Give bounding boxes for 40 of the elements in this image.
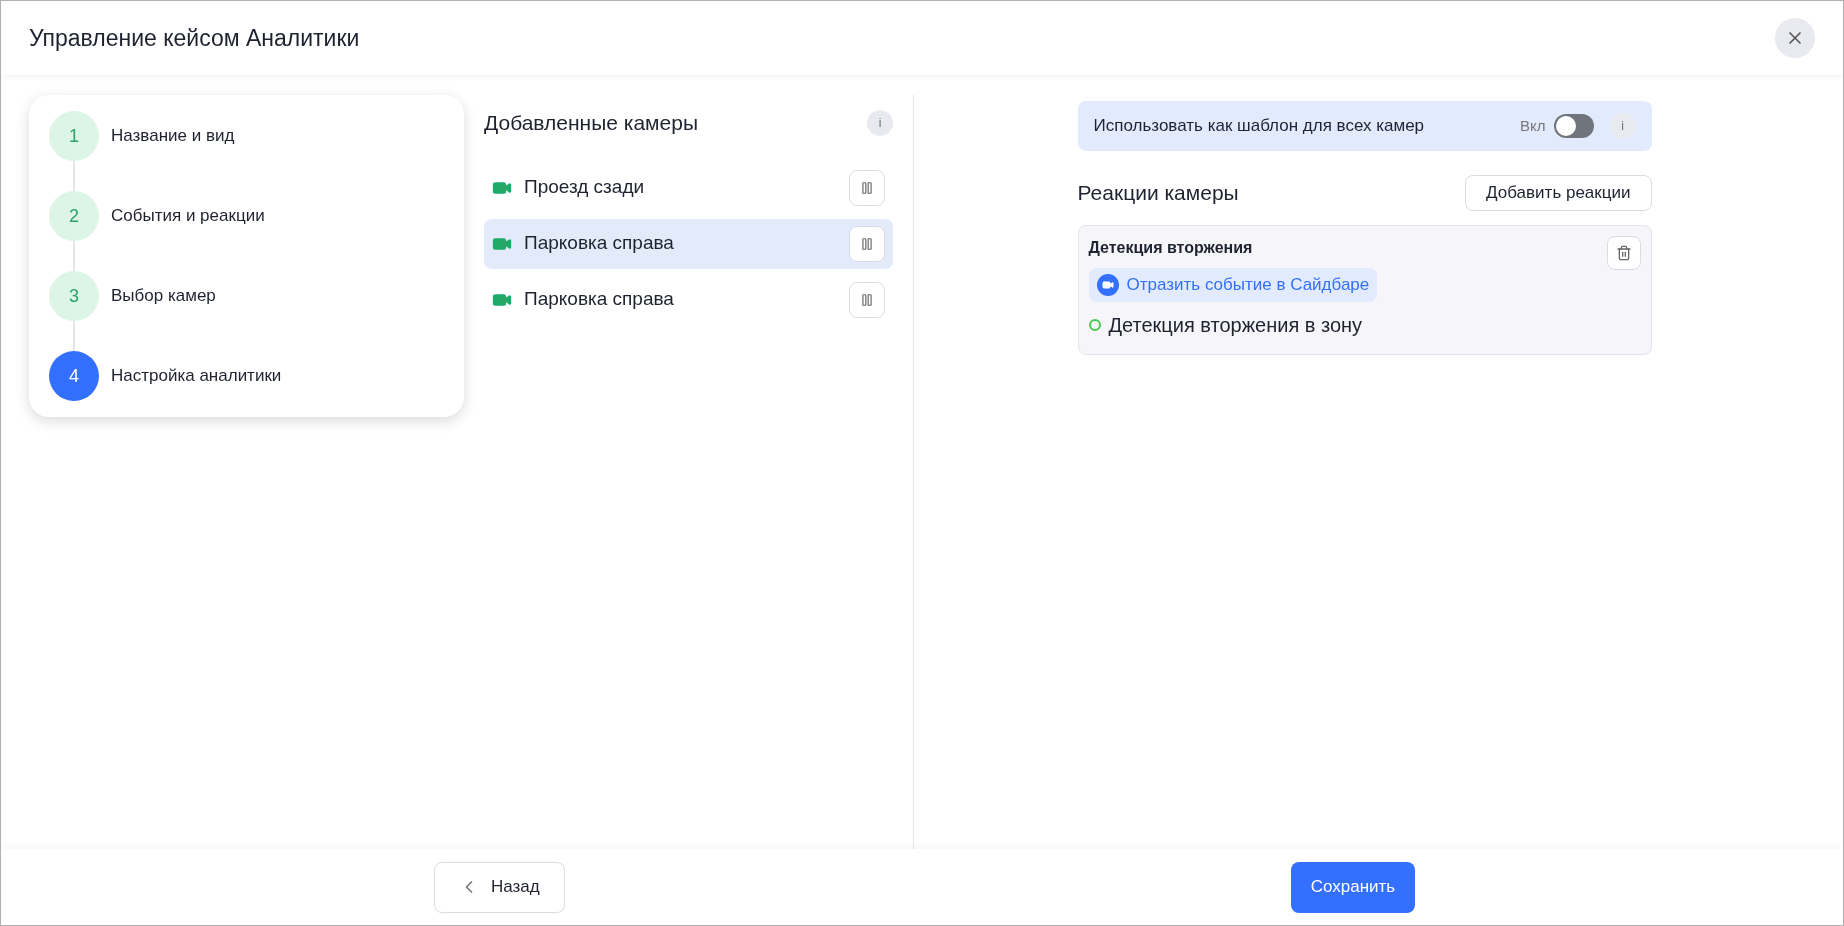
step-number: 3	[49, 271, 99, 321]
toggle-switch[interactable]	[1553, 114, 1594, 138]
camera-name: Парковка справа	[524, 231, 675, 256]
action-chip[interactable]: Отразить событие в Сайдбаре	[1088, 268, 1378, 302]
pause-icon	[860, 180, 874, 195]
step-item[interactable]: 3 Выбор камер	[49, 271, 444, 321]
step-number: 2	[49, 191, 99, 241]
section-title: Реакции камеры	[1077, 180, 1239, 207]
pause-icon	[860, 236, 874, 251]
close-button[interactable]	[1775, 18, 1815, 58]
info-button[interactable]: i	[1609, 113, 1636, 139]
camera-name: Парковка справа	[524, 287, 675, 312]
window-title: Управление кейсом Аналитики	[29, 23, 360, 53]
step-label: Выбор камер	[111, 285, 216, 308]
step-number: 1	[49, 111, 99, 161]
switch-label: Вкл	[1520, 115, 1546, 136]
pause-button[interactable]	[849, 225, 885, 262]
pause-icon	[860, 292, 874, 307]
pause-button[interactable]	[849, 169, 885, 206]
camera-name: Проезд сзади	[524, 175, 646, 200]
trash-icon	[1615, 245, 1632, 261]
event-label: Детекция вторжения в зону	[1108, 313, 1363, 338]
step-number: 4	[49, 351, 99, 401]
reaction-title: Детекция вторжения	[1088, 238, 1253, 258]
template-label: Использовать как шаблон для всех камер	[1093, 115, 1426, 138]
info-button[interactable]: i	[867, 109, 893, 136]
video-icon	[1096, 274, 1119, 296]
step-label: Название и вид	[111, 125, 235, 148]
add-reactions-button[interactable]: Добавить реакции	[1465, 175, 1652, 211]
section-title: Добавленные камеры	[484, 110, 698, 136]
step-item[interactable]: 1 Название и вид	[49, 111, 444, 161]
step-item[interactable]: 2 События и реакции	[49, 191, 444, 241]
step-item[interactable]: 4 Настройка аналитики	[49, 351, 444, 401]
save-button[interactable]: Сохранить	[1290, 861, 1416, 913]
pause-button[interactable]	[849, 281, 885, 318]
step-label: События и реакции	[111, 205, 265, 228]
camera-item[interactable]: Парковка справа	[484, 218, 893, 269]
step-label: Настройка аналитики	[111, 365, 282, 388]
delete-button[interactable]	[1606, 236, 1641, 270]
back-button[interactable]: Назад	[434, 861, 565, 913]
